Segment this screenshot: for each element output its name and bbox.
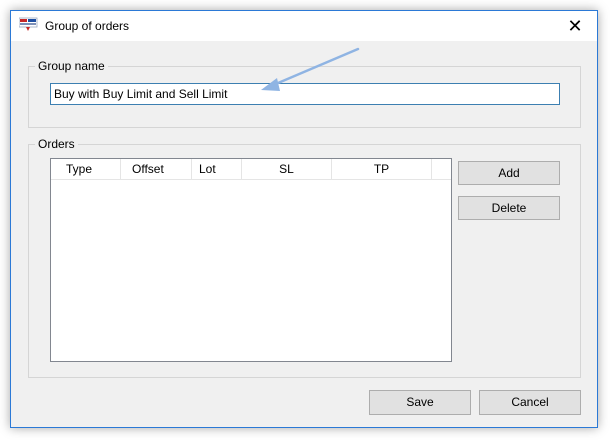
title-bar[interactable]: Group of orders ✕ xyxy=(11,11,597,41)
orders-legend: Orders xyxy=(35,137,78,151)
close-button[interactable]: ✕ xyxy=(553,11,597,41)
orders-table[interactable]: Type Offset Lot SL TP xyxy=(50,158,452,362)
column-header-lot[interactable]: Lot xyxy=(192,159,242,179)
orders-table-header: Type Offset Lot SL TP xyxy=(51,159,451,180)
window-title: Group of orders xyxy=(45,19,130,33)
group-name-legend: Group name xyxy=(35,59,108,73)
cancel-button[interactable]: Cancel xyxy=(479,390,581,415)
column-header-tp[interactable]: TP xyxy=(332,159,432,179)
delete-button[interactable]: Delete xyxy=(458,196,560,220)
column-header-offset[interactable]: Offset xyxy=(121,159,192,179)
pointer-arrow-icon xyxy=(261,47,360,91)
orders-box: Orders Type Offset Lot SL TP Add Delete xyxy=(28,137,581,378)
dialog-window: Group of orders ✕ Group name Orders Type… xyxy=(10,10,598,428)
column-header-type[interactable]: Type xyxy=(51,159,121,179)
app-logo-icon xyxy=(18,17,39,33)
close-icon: ✕ xyxy=(567,15,583,36)
save-button[interactable]: Save xyxy=(369,390,471,415)
column-header-sl[interactable]: SL xyxy=(242,159,332,179)
add-button[interactable]: Add xyxy=(458,161,560,185)
